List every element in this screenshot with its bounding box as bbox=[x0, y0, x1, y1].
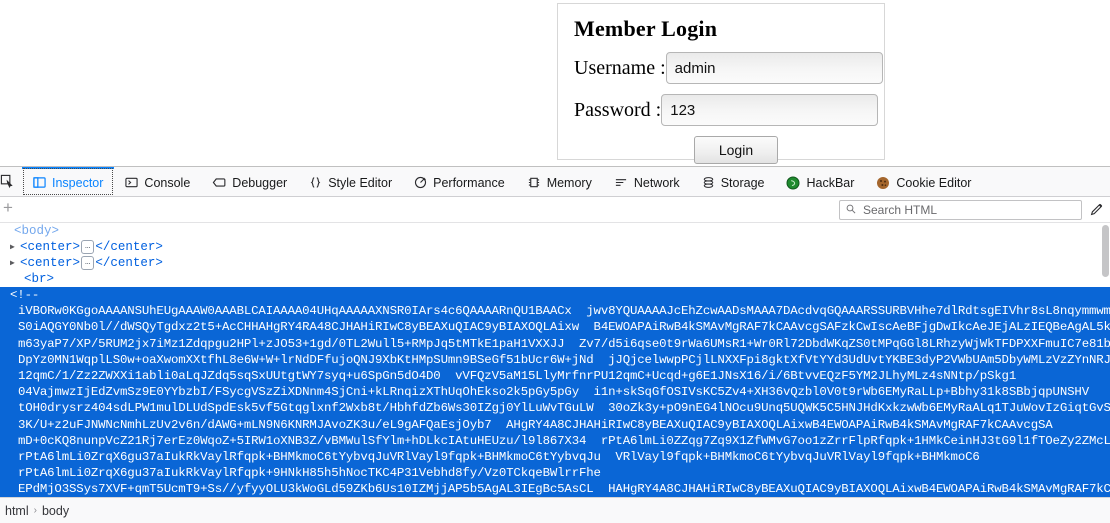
node-body[interactable]: <body> bbox=[0, 223, 1110, 239]
tab-inspector-label: Inspector bbox=[52, 175, 104, 190]
tab-storage-label: Storage bbox=[720, 175, 765, 190]
add-node-icon[interactable]: + bbox=[3, 199, 13, 216]
login-button-row: Login bbox=[574, 136, 868, 164]
search-input[interactable] bbox=[861, 201, 1075, 218]
tab-hackbar-label: HackBar bbox=[806, 175, 855, 190]
base64-line: 04VajmwzIjEdZvmSz9E0YYbzbI/FSycgVSzZiXDN… bbox=[18, 385, 1089, 400]
comment-base64-content: iVBORw0KGgoAAAANSUhEUgAAAW0AAABLCAIAAAA0… bbox=[10, 303, 1110, 497]
memory-icon bbox=[527, 176, 541, 189]
tab-console-label: Console bbox=[144, 175, 191, 190]
base64-line: m63yaP7/XP/5RUM2jx7iMz1Zdqpgu2HPl+zJO53+… bbox=[18, 336, 1110, 351]
login-button[interactable]: Login bbox=[694, 136, 778, 164]
tab-cookie-editor-label: Cookie Editor bbox=[896, 175, 972, 190]
node-center-1-open: <center> bbox=[20, 240, 81, 254]
breadcrumb-item-html[interactable]: html bbox=[0, 504, 34, 518]
markup-tree-view[interactable]: <body> ▶ <center>… </center> ▶ <center>… </c… bbox=[0, 223, 1110, 497]
devtools-search-row: + bbox=[0, 197, 1110, 223]
node-comment-selected[interactable]: <!-- iVBORw0KGgoAAAANSUhEUgAAAW0AAABLCAI… bbox=[0, 287, 1110, 497]
password-label: Password : bbox=[574, 98, 662, 121]
tab-memory-label: Memory bbox=[546, 175, 592, 190]
node-body-tag: <body> bbox=[14, 224, 60, 238]
base64-line: EPdMjO3SSys7XVF+qmT5UcmT9+Ss//yfyyOLU3kW… bbox=[18, 482, 1110, 497]
tab-debugger-label: Debugger bbox=[232, 175, 288, 190]
password-row: Password : bbox=[574, 94, 879, 126]
base64-line: iVBORw0KGgoAAAANSUhEUgAAAW0AAABLCAIAAAA0… bbox=[18, 304, 1110, 319]
inspector-icon bbox=[33, 176, 46, 189]
hackbar-icon bbox=[786, 176, 800, 190]
base64-line: DpYz0MN1WqplLS0w+oaXwomXXtfhL8e6W+W+lrNd… bbox=[18, 352, 1110, 367]
base64-line: rPtA6lmLi0ZrqX6gu37aIukRkVaylRfqpk+9HNkH… bbox=[18, 466, 601, 481]
node-center-2-close: </center> bbox=[95, 256, 163, 270]
network-icon bbox=[614, 176, 628, 189]
base64-line: rPtA6lmLi0ZrqX6gu37aIukRkVaylRfqpk+BHMkm… bbox=[18, 450, 980, 465]
username-row: Username : bbox=[574, 52, 883, 84]
tab-network-label: Network bbox=[633, 175, 680, 190]
expand-arrow-icon[interactable]: ▶ bbox=[10, 256, 20, 272]
page-title: Member Login bbox=[574, 16, 718, 41]
node-center-1-close: </center> bbox=[95, 240, 163, 254]
breadcrumb-item-body[interactable]: body bbox=[37, 504, 74, 518]
web-page-content: Member Login Username : Password : Login bbox=[0, 0, 1110, 166]
tab-console[interactable]: Console bbox=[114, 167, 201, 196]
breadcrumb: html › body bbox=[0, 497, 1110, 523]
tab-style-editor-label: Style Editor bbox=[328, 175, 393, 190]
node-center-2-open: <center> bbox=[20, 256, 81, 270]
element-picker-icon[interactable] bbox=[0, 167, 22, 196]
base64-line: tOH0drysrz404sdLPW1mulDLUdSpdEsk5vf5Gtqg… bbox=[18, 401, 1110, 416]
password-input[interactable] bbox=[661, 94, 879, 126]
node-center-1[interactable]: ▶ <center>… </center> bbox=[0, 239, 1110, 255]
console-icon bbox=[125, 176, 139, 189]
performance-icon bbox=[414, 176, 427, 189]
comment-open-token: <!-- bbox=[10, 288, 40, 302]
debugger-icon bbox=[212, 176, 226, 189]
node-br-tag: <br> bbox=[24, 272, 55, 286]
tab-debugger[interactable]: Debugger bbox=[201, 167, 298, 196]
tab-performance[interactable]: Performance bbox=[403, 167, 516, 196]
tab-memory[interactable]: Memory bbox=[516, 167, 603, 196]
tab-cookie-editor[interactable]: Cookie Editor bbox=[865, 167, 982, 196]
tab-hackbar[interactable]: HackBar bbox=[775, 167, 865, 196]
tab-network[interactable]: Network bbox=[603, 167, 691, 196]
tab-style-editor[interactable]: Style Editor bbox=[298, 167, 403, 196]
storage-icon bbox=[702, 176, 715, 189]
base64-line: 3K/U+z2uFJNWNcNmhLzUv2v6n/dAWG+mLN9N6KNR… bbox=[18, 417, 1053, 432]
edit-pen-icon[interactable] bbox=[1086, 199, 1106, 221]
node-center-2[interactable]: ▶ <center>… </center> bbox=[0, 255, 1110, 271]
base64-line: 12qmC/1/Zz2ZWXXi1abli0aLqJZdq5sqSxUUtgtW… bbox=[18, 369, 1017, 384]
tab-storage[interactable]: Storage bbox=[691, 167, 776, 196]
cookie-icon bbox=[876, 176, 890, 190]
search-html-field[interactable] bbox=[839, 199, 1082, 220]
devtools-toolbar: Inspector Console Debugger Style Editor … bbox=[0, 167, 1110, 197]
collapsed-children-badge[interactable]: … bbox=[81, 255, 95, 270]
base64-line: S0iAQGY0Nb0l//dWSQyTgdxz2t5+AcCHHAHgRY4R… bbox=[18, 320, 1110, 335]
username-input[interactable] bbox=[665, 52, 883, 84]
collapsed-children-badge[interactable]: … bbox=[81, 239, 95, 254]
member-login-panel: Member Login Username : Password : Login bbox=[557, 3, 885, 164]
expand-arrow-icon[interactable]: ▶ bbox=[10, 240, 20, 256]
devtools-tab-list: Inspector Console Debugger Style Editor … bbox=[22, 167, 982, 196]
style-editor-icon bbox=[309, 176, 322, 189]
search-icon bbox=[846, 201, 856, 219]
scrollbar-thumb[interactable] bbox=[1102, 225, 1109, 277]
tab-inspector[interactable]: Inspector bbox=[22, 167, 115, 196]
username-label: Username : bbox=[574, 56, 666, 79]
base64-line: mD+0cKQ8nunpVcZ21Rj7erEz0WqoZ+5IRW1oXNB3… bbox=[18, 433, 1110, 448]
tab-performance-label: Performance bbox=[433, 175, 505, 190]
markup-vertical-scrollbar[interactable] bbox=[1101, 223, 1110, 497]
devtools-panel: Inspector Console Debugger Style Editor … bbox=[0, 166, 1110, 523]
node-br[interactable]: <br> bbox=[0, 271, 1110, 287]
